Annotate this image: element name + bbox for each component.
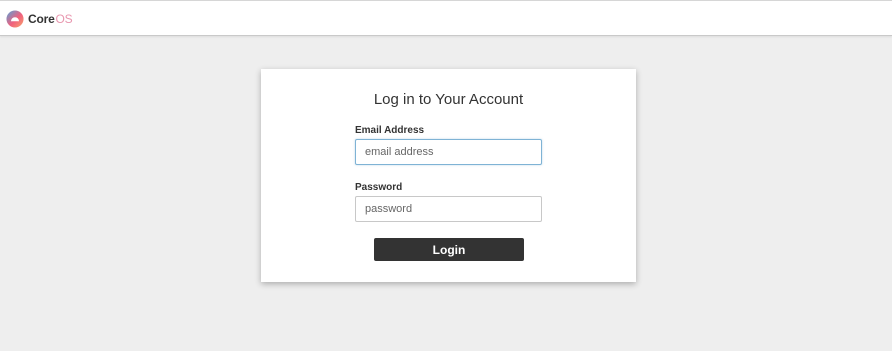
brand-logo[interactable]: CoreOS	[6, 9, 73, 29]
brand-name: CoreOS	[28, 10, 73, 28]
login-button[interactable]: Login	[374, 238, 524, 261]
brand-os-text: OS	[55, 12, 73, 26]
brand-core-text: Core	[28, 12, 55, 26]
login-title: Log in to Your Account	[373, 91, 524, 108]
top-navigation-bar: CoreOS	[0, 0, 892, 36]
coreos-logo-icon	[6, 10, 24, 28]
email-label: Email Address	[355, 125, 425, 136]
email-input[interactable]	[355, 139, 542, 165]
login-card: Log in to Your Account Email Address Pas…	[261, 69, 636, 282]
password-label: Password	[355, 182, 403, 193]
password-input[interactable]	[355, 196, 542, 222]
